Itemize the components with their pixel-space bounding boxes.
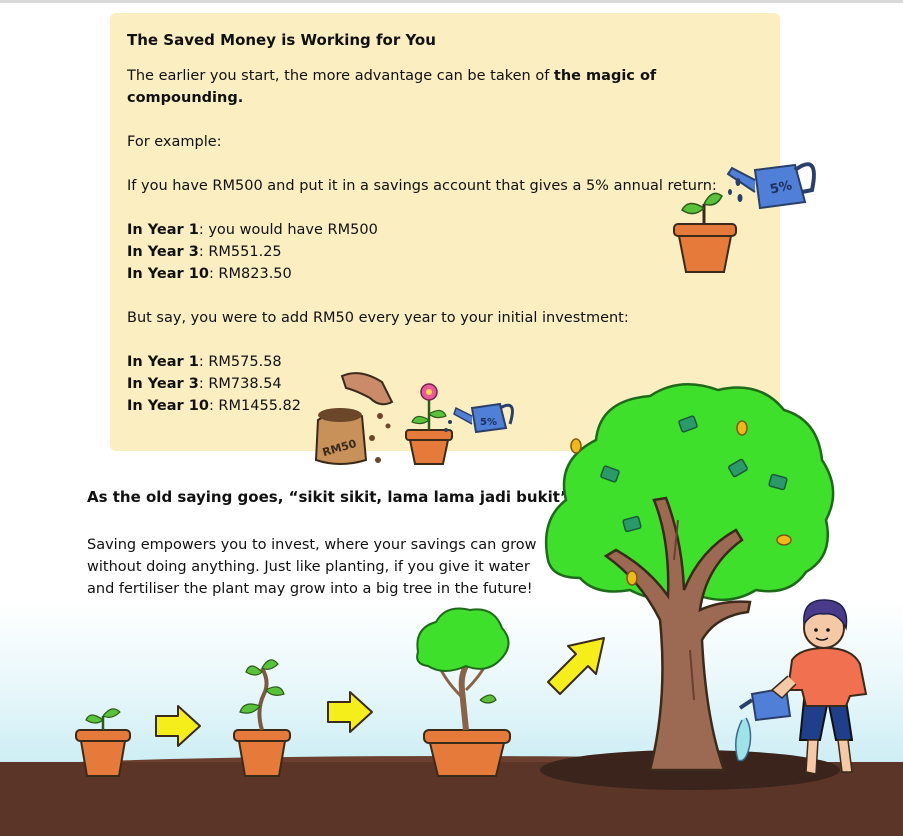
- growth-sequence-illustration: [75, 383, 868, 790]
- big-tree-icon: [540, 383, 840, 790]
- boy-watering-icon: [735, 599, 868, 775]
- bush-pot-3: [416, 607, 511, 777]
- arrow-right-icon: [327, 691, 373, 733]
- seedling-pot-1: [75, 708, 131, 777]
- sprout-pot-2: [233, 659, 291, 777]
- arrow-right-icon: [155, 705, 201, 747]
- arrow-up-right-icon: [547, 637, 605, 695]
